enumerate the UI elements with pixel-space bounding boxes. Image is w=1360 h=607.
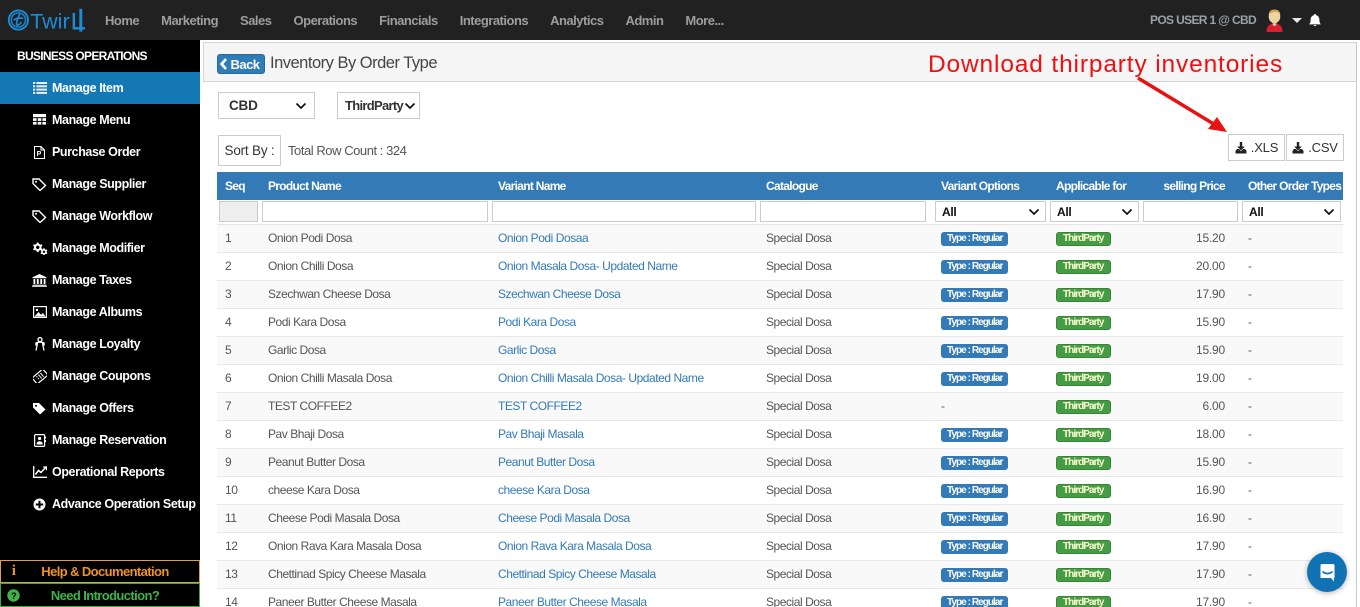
svg-text:?: ? — [11, 590, 17, 601]
svg-text:Twir: Twir — [30, 10, 69, 34]
svg-text:P: P — [37, 151, 42, 158]
